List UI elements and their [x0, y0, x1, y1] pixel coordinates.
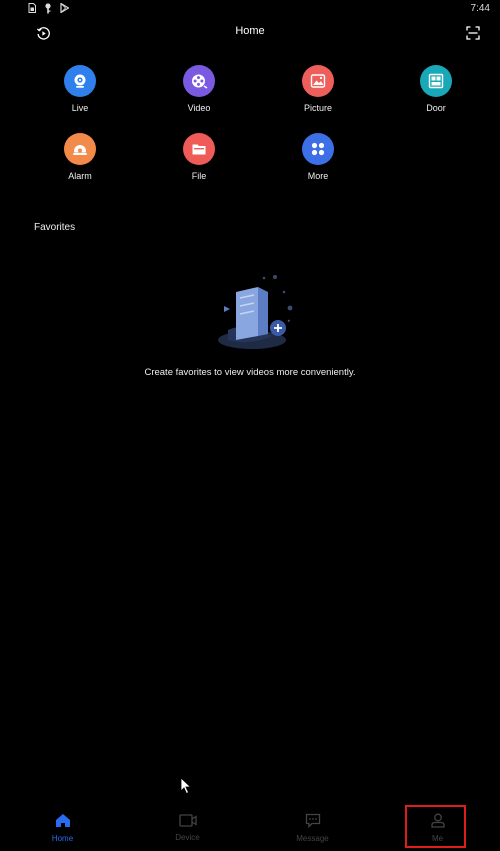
user-icon [430, 813, 445, 828]
folder-icon [183, 133, 215, 165]
nav-me[interactable]: Me [375, 801, 500, 851]
quick-item-more[interactable]: More [278, 133, 358, 181]
empty-favorites-illustration [218, 275, 293, 349]
nav-label-home: Home [51, 834, 74, 843]
quick-label-video: Video [187, 103, 211, 113]
key-icon [45, 2, 51, 13]
nav-device[interactable]: Device [125, 801, 250, 851]
quick-label-live: Live [71, 103, 89, 113]
device-icon [178, 814, 197, 827]
quick-item-picture[interactable]: Picture [278, 65, 358, 113]
nav-label-message: Message [296, 834, 329, 843]
home-icon [55, 814, 70, 827]
page-title: Home [235, 25, 265, 37]
scan-button[interactable] [464, 24, 482, 42]
alarm-icon [64, 133, 96, 165]
empty-favorites-message: Create favorites to view videos more con… [144, 367, 356, 378]
nav-home[interactable]: Home [0, 801, 125, 851]
picture-icon [302, 65, 334, 97]
quick-item-file[interactable]: File [159, 133, 239, 181]
home-screen: 7:44 Home Live Video Picture Door Alarm … [0, 0, 500, 851]
quick-label-alarm: Alarm [68, 171, 92, 181]
sim-icon [28, 3, 36, 13]
scan-icon [466, 26, 480, 40]
nav-label-device: Device [175, 833, 200, 842]
quick-item-door[interactable]: Door [396, 65, 476, 113]
quick-label-door: Door [426, 103, 446, 113]
bottom-nav: Home Device Message Me [0, 801, 500, 851]
film-reel-icon [183, 65, 215, 97]
door-icon [420, 65, 452, 97]
quick-item-alarm[interactable]: Alarm [40, 133, 120, 181]
play-store-icon [60, 3, 69, 13]
nav-label-me: Me [431, 834, 444, 843]
more-grid-icon [302, 133, 334, 165]
nav-message[interactable]: Message [250, 801, 375, 851]
quick-label-more: More [307, 171, 329, 181]
app-header: Home [0, 20, 500, 46]
status-icons [28, 2, 69, 14]
status-time: 7:44 [470, 2, 490, 14]
mouse-cursor-icon [180, 777, 192, 795]
quick-label-file: File [191, 171, 207, 181]
camera-icon [64, 65, 96, 97]
status-bar: 7:44 [0, 0, 500, 16]
message-icon [305, 813, 320, 828]
favorites-title: Favorites [34, 222, 76, 233]
quick-item-video[interactable]: Video [159, 65, 239, 113]
quick-label-picture: Picture [303, 103, 332, 113]
quick-item-live[interactable]: Live [40, 65, 120, 113]
